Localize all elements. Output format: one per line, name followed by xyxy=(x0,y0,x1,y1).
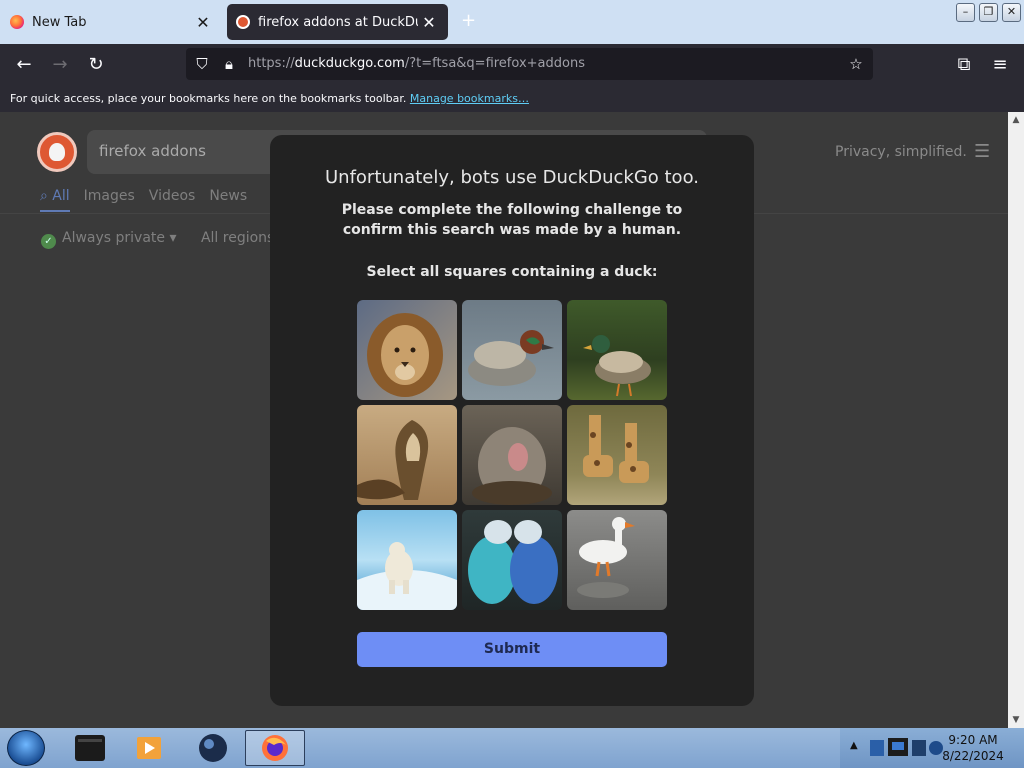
tab-title: New Tab xyxy=(32,14,87,30)
close-tab-icon[interactable]: ✕ xyxy=(418,13,440,32)
extensions-icon[interactable]: ⧉ xyxy=(951,53,977,77)
forward-button[interactable]: → xyxy=(47,53,73,77)
tile-lion[interactable] xyxy=(357,300,457,400)
start-button[interactable] xyxy=(7,730,45,766)
new-tab-button[interactable]: + xyxy=(461,12,476,30)
tile-duck-1[interactable] xyxy=(462,300,562,400)
firefox-icon xyxy=(10,15,24,29)
tab-strip: New Tab ✕ firefox addons at DuckDuckGo ✕… xyxy=(0,0,1024,44)
bookmark-star-icon[interactable]: ☆ xyxy=(846,54,866,74)
tile-kangaroo[interactable] xyxy=(462,405,562,505)
close-tab-icon[interactable]: ✕ xyxy=(192,13,214,32)
close-window-button[interactable]: ✕ xyxy=(1002,3,1021,22)
tab-new-tab[interactable]: New Tab ✕ xyxy=(0,0,222,44)
tagline: Privacy, simplified. xyxy=(835,144,967,160)
tile-duck-3[interactable] xyxy=(567,510,667,610)
duckduckgo-icon xyxy=(236,15,250,29)
taskbar-item-firefox[interactable] xyxy=(245,730,305,766)
tile-cobra[interactable] xyxy=(357,405,457,505)
tile-budgies[interactable] xyxy=(462,510,562,610)
hamburger-menu-icon[interactable]: ☰ xyxy=(974,141,990,162)
search-filters: ✓Always private ▾ All regions ▾ xyxy=(41,230,286,249)
check-icon: ✓ xyxy=(41,234,56,249)
bookmarks-toolbar: For quick access, place your bookmarks h… xyxy=(0,86,1024,112)
tile-giraffe[interactable] xyxy=(567,405,667,505)
tab-images[interactable]: Images xyxy=(84,188,135,212)
taskbar-item-app1[interactable] xyxy=(60,730,120,766)
desktop: New Tab ✕ firefox addons at DuckDuckGo ✕… xyxy=(0,0,1024,768)
navigation-toolbar: ← → ↻ ⛉ 🔒︎ https://duckduckgo.com/?t=fts… xyxy=(0,44,1024,86)
search-icon: ⌕ xyxy=(40,188,53,204)
scroll-down-icon[interactable]: ▼ xyxy=(1008,712,1024,728)
taskbar-item-app3[interactable] xyxy=(183,730,243,766)
tab-news[interactable]: News xyxy=(209,188,247,212)
url-bar[interactable]: ⛉ 🔒︎ https://duckduckgo.com/?t=ftsa&q=fi… xyxy=(186,48,873,80)
clock-time: 9:20 AM xyxy=(948,733,998,747)
search-nav-tabs: ⌕ All Images Videos News xyxy=(40,188,247,212)
tab-title: firefox addons at DuckDuckGo xyxy=(258,14,418,30)
manage-bookmarks-link[interactable]: Manage bookmarks… xyxy=(410,92,529,105)
scroll-up-icon[interactable]: ▲ xyxy=(1008,112,1024,128)
url-text[interactable]: https://duckduckgo.com/?t=ftsa&q=firefox… xyxy=(248,56,585,71)
image-grid xyxy=(357,300,667,610)
tile-polar-bear[interactable] xyxy=(357,510,457,610)
dialog-subtitle: Please complete the following challenge … xyxy=(341,202,683,238)
submit-button[interactable]: Submit xyxy=(357,632,667,667)
restore-button[interactable]: ❐ xyxy=(979,3,998,22)
taskbar-item-media-player[interactable] xyxy=(120,730,180,766)
search-value: firefox addons xyxy=(99,142,206,160)
tab-all[interactable]: ⌕ All xyxy=(40,188,70,212)
lock-icon[interactable]: 🔒︎ xyxy=(219,54,239,74)
tab-videos[interactable]: Videos xyxy=(149,188,196,212)
minimize-button[interactable]: – xyxy=(956,3,975,22)
tray-expand-icon[interactable]: ▲ xyxy=(850,740,858,751)
page-scrollbar[interactable]: ▲ ▼ xyxy=(1008,112,1024,728)
bot-challenge-dialog: Unfortunately, bots use DuckDuckGo too. … xyxy=(270,135,754,706)
tab-duckduckgo[interactable]: firefox addons at DuckDuckGo ✕ xyxy=(227,4,448,40)
duckduckgo-logo[interactable] xyxy=(37,132,77,172)
back-button[interactable]: ← xyxy=(11,53,37,77)
dialog-instruction: Select all squares containing a duck: xyxy=(366,264,658,280)
shield-icon[interactable]: ⛉ xyxy=(192,54,212,74)
clock[interactable]: 9:20 AM 8/22/2024 xyxy=(932,732,1014,764)
reload-button[interactable]: ↻ xyxy=(83,53,109,77)
tile-duck-2[interactable] xyxy=(567,300,667,400)
taskbar: ▲ 9:20 AM 8/22/2024 xyxy=(0,728,1024,768)
app-menu-icon[interactable]: ≡ xyxy=(987,53,1013,77)
dialog-title: Unfortunately, bots use DuckDuckGo too. xyxy=(325,167,699,188)
bookmarks-message: For quick access, place your bookmarks h… xyxy=(10,92,407,105)
clock-date: 8/22/2024 xyxy=(942,749,1004,763)
always-private-filter[interactable]: ✓ Always private ▾ xyxy=(41,230,177,249)
